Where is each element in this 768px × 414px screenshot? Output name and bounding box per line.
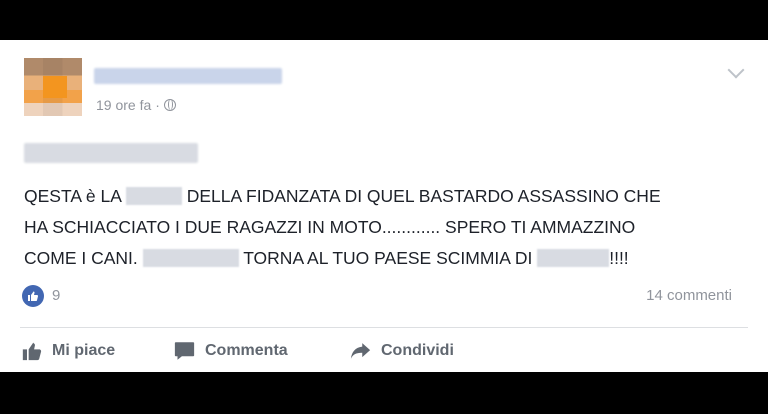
like-count[interactable]: 9 — [52, 287, 60, 304]
like-reaction-icon[interactable] — [22, 285, 44, 307]
post-timestamp[interactable]: 19 ore fa — [96, 97, 151, 113]
share-icon — [350, 342, 371, 360]
facebook-post-card: 19 ore fa · QESTA è LA DELLA FIDANZATA D… — [0, 40, 768, 372]
like-button-label: Mi piace — [52, 342, 116, 359]
thumbs-up-icon — [22, 341, 42, 361]
meta-separator: · — [155, 97, 160, 113]
text-segment: QESTA è LA — [24, 186, 121, 206]
text-segment: TORNA AL TUO PAESE SCIMMIA DI — [243, 248, 533, 268]
redacted-word — [537, 249, 610, 267]
text-segment: COME I CANI. — [24, 248, 138, 268]
author-name-redacted[interactable] — [94, 68, 282, 84]
globe-icon[interactable] — [163, 99, 176, 111]
divider — [20, 327, 748, 328]
chevron-down-icon[interactable] — [727, 61, 745, 79]
share-button[interactable]: Condividi — [350, 338, 454, 364]
like-button[interactable]: Mi piace — [22, 338, 115, 364]
post-text: QESTA è LA DELLA FIDANZATA DI QUEL BASTA… — [24, 181, 744, 274]
post-meta: 19 ore fa · — [96, 97, 176, 113]
post-text-line-3: COME I CANI. TORNA AL TUO PAESE SCIMMIA … — [24, 243, 744, 274]
post-text-line-1: QESTA è LA DELLA FIDANZATA DI QUEL BASTA… — [24, 181, 744, 212]
redacted-word — [142, 249, 239, 267]
comment-count[interactable]: 14 commenti — [646, 287, 732, 304]
comment-icon — [174, 341, 195, 361]
text-segment: DELLA FIDANZATA DI QUEL BASTARDO ASSASSI… — [186, 186, 661, 206]
text-segment: HA SCHIACCIATO I DUE RAGAZZI IN MOTO....… — [24, 217, 636, 237]
comment-button-label: Comment​a — [205, 342, 288, 359]
share-button-label: Condividi — [381, 342, 454, 359]
redacted-word — [125, 187, 182, 205]
tagged-name-redacted — [24, 143, 198, 163]
text-segment: !!!! — [609, 248, 629, 268]
comment-button[interactable]: Comment​a — [174, 338, 288, 364]
avatar[interactable] — [24, 58, 82, 116]
post-text-line-2: HA SCHIACCIATO I DUE RAGAZZI IN MOTO....… — [24, 212, 744, 243]
